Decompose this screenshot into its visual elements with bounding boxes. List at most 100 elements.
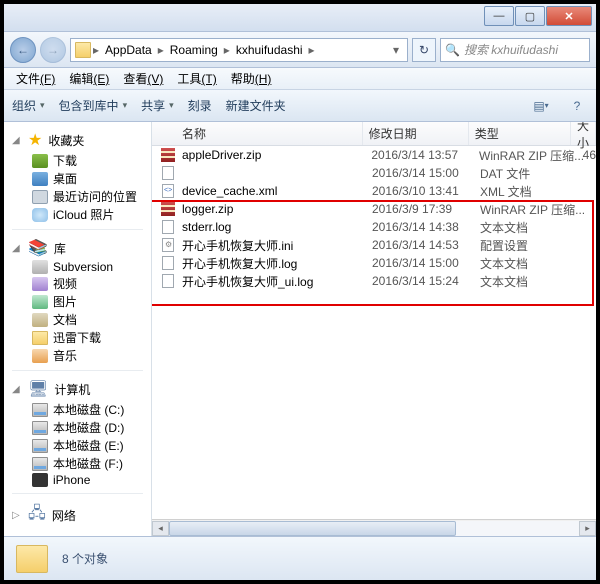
menu-tools[interactable]: 工具(T) — [171, 68, 222, 89]
file-row[interactable]: stderr.log2016/3/14 14:38文本文档 — [152, 218, 596, 236]
expander-icon[interactable]: ◢ — [12, 135, 22, 146]
file-date: 2016/3/14 15:24 — [372, 274, 480, 288]
sidebar-group-network[interactable]: ▷ 🖧 网络 — [12, 502, 151, 529]
drive-icon — [32, 457, 48, 471]
file-type-icon — [160, 201, 176, 217]
folder-icon — [75, 42, 91, 58]
scroll-left-button[interactable]: ◂ — [152, 521, 169, 536]
address-bar[interactable]: ▸ AppData ▸ Roaming ▸ kxhuifudashi ▸ ▾ — [70, 38, 408, 62]
recent-icon — [32, 190, 48, 204]
sidebar-group-favorites[interactable]: ◢ ★ 收藏夹 — [12, 130, 151, 150]
horizontal-scrollbar[interactable]: ◂ ▸ — [152, 519, 596, 536]
sidebar-group-libraries[interactable]: ◢ 📚 库 — [12, 238, 151, 258]
file-type-icon — [160, 165, 176, 181]
sidebar-item-drive-d[interactable]: 本地磁盘 (D:) — [32, 419, 151, 436]
star-icon: ★ — [28, 130, 42, 150]
file-row[interactable]: device_cache.xml2016/3/10 13:41XML 文档 — [152, 182, 596, 200]
sidebar-item-drive-c[interactable]: 本地磁盘 (C:) — [32, 401, 151, 418]
sidebar-item-drive-f[interactable]: 本地磁盘 (F:) — [32, 455, 151, 472]
navigation-bar: ← → ▸ AppData ▸ Roaming ▸ kxhuifudashi ▸… — [4, 32, 596, 68]
breadcrumb-sep-icon: ▸ — [309, 43, 315, 57]
minimize-button[interactable]: — — [484, 6, 514, 26]
refresh-button[interactable]: ↻ — [412, 38, 436, 62]
search-input[interactable]: 🔍 搜索 kxhuifudashi — [440, 38, 590, 62]
sidebar-item-pictures[interactable]: 图片 — [32, 293, 151, 310]
file-row[interactable]: 2016/3/14 15:00DAT 文件 — [152, 164, 596, 182]
column-header-type[interactable]: 类型 — [469, 122, 571, 145]
burn-button[interactable]: 刻录 — [188, 97, 212, 114]
file-row[interactable]: logger.zip2016/3/9 17:39WinRAR ZIP 压缩... — [152, 200, 596, 218]
view-mode-button[interactable]: ▤▾ — [530, 96, 552, 116]
file-row[interactable]: 开心手机恢复大师_ui.log2016/3/14 15:24文本文档 — [152, 272, 596, 290]
column-header-date[interactable]: 修改日期 — [363, 122, 469, 145]
breadcrumb[interactable]: AppData — [101, 43, 156, 57]
column-header-size[interactable]: 大小 — [571, 122, 596, 145]
file-type: 文本文档 — [480, 255, 584, 272]
expander-icon[interactable]: ◢ — [12, 384, 22, 395]
back-arrow-icon: ← — [17, 43, 29, 57]
column-headers: 名称 修改日期 类型 大小 — [152, 122, 596, 146]
sidebar-item-icloud[interactable]: iCloud 照片 — [32, 206, 151, 223]
menu-help[interactable]: 帮助(H) — [225, 68, 278, 89]
menu-file[interactable]: 文件(F) — [10, 68, 61, 89]
sidebar-item-videos[interactable]: 视频 — [32, 275, 151, 292]
sidebar-item-documents[interactable]: 文档 — [32, 311, 151, 328]
sidebar-group-computer[interactable]: ◢ 🖥 计算机 — [12, 379, 151, 399]
breadcrumb-sep-icon: ▸ — [224, 43, 230, 57]
file-name: device_cache.xml — [182, 184, 372, 198]
sidebar-item-recent[interactable]: 最近访问的位置 — [32, 188, 151, 205]
file-row[interactable]: 开心手机恢复大师.ini2016/3/14 14:53配置设置 — [152, 236, 596, 254]
file-date: 2016/3/14 14:53 — [372, 238, 480, 252]
organize-button[interactable]: 组织▾ — [12, 97, 45, 114]
file-size: 46 — [583, 148, 596, 162]
search-placeholder: 搜索 kxhuifudashi — [464, 41, 585, 58]
expander-icon[interactable]: ◢ — [12, 243, 22, 254]
sidebar-item-xunlei[interactable]: 迅雷下载 — [32, 329, 151, 346]
sidebar-item-drive-e[interactable]: 本地磁盘 (E:) — [32, 437, 151, 454]
scroll-track[interactable] — [169, 521, 579, 536]
document-icon — [32, 313, 48, 327]
folder-icon — [16, 545, 48, 573]
sidebar-item-subversion[interactable]: Subversion — [32, 260, 151, 274]
phone-icon — [32, 473, 48, 487]
menu-edit[interactable]: 编辑(E) — [63, 68, 115, 89]
file-row[interactable]: 开心手机恢复大师.log2016/3/14 15:00文本文档 — [152, 254, 596, 272]
file-type: 文本文档 — [480, 273, 584, 290]
file-date: 2016/3/9 17:39 — [372, 202, 480, 216]
desktop-icon — [32, 172, 48, 186]
sidebar-item-iphone[interactable]: iPhone — [32, 473, 151, 487]
breadcrumb-sep-icon: ▸ — [158, 43, 164, 57]
chevron-down-icon: ▾ — [40, 100, 45, 111]
video-icon — [32, 277, 48, 291]
forward-arrow-icon: → — [47, 43, 59, 57]
menu-bar: 文件(F) 编辑(E) 查看(V) 工具(T) 帮助(H) — [4, 68, 596, 90]
help-button[interactable]: ? — [566, 96, 588, 116]
file-row[interactable]: appleDriver.zip2016/3/14 13:57WinRAR ZIP… — [152, 146, 596, 164]
forward-button[interactable]: → — [40, 37, 66, 63]
scroll-thumb[interactable] — [169, 521, 456, 536]
share-button[interactable]: 共享▾ — [141, 97, 174, 114]
breadcrumb[interactable]: kxhuifudashi — [232, 43, 307, 57]
sidebar-item-downloads[interactable]: 下载 — [32, 152, 151, 169]
sidebar-group-label: 网络 — [52, 507, 76, 524]
include-library-button[interactable]: 包含到库中▾ — [59, 97, 128, 114]
close-button[interactable]: ✕ — [546, 6, 592, 26]
address-dropdown-icon[interactable]: ▾ — [389, 43, 403, 57]
sidebar-group-label: 计算机 — [54, 381, 90, 398]
network-icon: 🖧 — [28, 502, 46, 529]
menu-view[interactable]: 查看(V) — [117, 68, 169, 89]
file-type-icon — [160, 237, 176, 253]
breadcrumb[interactable]: Roaming — [166, 43, 222, 57]
sidebar-item-music[interactable]: 音乐 — [32, 347, 151, 364]
file-date: 2016/3/14 15:00 — [372, 166, 480, 180]
drive-icon — [32, 439, 48, 453]
scroll-right-button[interactable]: ▸ — [579, 521, 596, 536]
sidebar-item-desktop[interactable]: 桌面 — [32, 170, 151, 187]
library-icon: 📚 — [28, 238, 48, 258]
new-folder-button[interactable]: 新建文件夹 — [226, 97, 286, 114]
column-header-name[interactable]: 名称 — [176, 122, 363, 145]
maximize-button[interactable]: ▢ — [515, 6, 545, 26]
expander-icon[interactable]: ▷ — [12, 510, 22, 521]
file-list[interactable]: appleDriver.zip2016/3/14 13:57WinRAR ZIP… — [152, 146, 596, 519]
back-button[interactable]: ← — [10, 37, 36, 63]
